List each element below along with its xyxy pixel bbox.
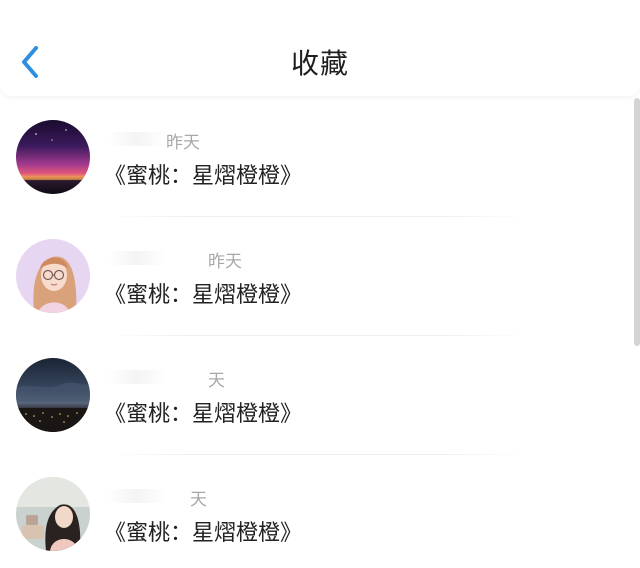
time-label: 昨天	[166, 133, 200, 153]
username-blurred	[108, 251, 166, 265]
item-title: 《蜜桃：星熠橙橙》	[104, 402, 303, 427]
list-item[interactable]: 天 《蜜桃：星熠橙橙》	[0, 336, 632, 455]
woman-photo-avatar[interactable]	[16, 477, 90, 551]
time-label: 昨天	[208, 252, 242, 272]
avatar-image	[16, 358, 90, 432]
list-item[interactable]: 昨天 《蜜桃：星熠橙橙》	[0, 98, 632, 217]
top-navigation-bar: 收藏	[0, 0, 640, 96]
favorites-list: 昨天 《蜜桃：星熠橙橙》 昨天 《蜜桃：星熠橙橙》 天 《蜜桃：星熠橙橙》 天 …	[0, 98, 632, 568]
avatar-image	[16, 239, 90, 313]
list-item[interactable]: 天 《蜜桃：星熠橙橙》	[0, 455, 632, 568]
scrollbar[interactable]	[634, 98, 640, 346]
aurora-sunset-avatar[interactable]	[16, 120, 90, 194]
item-title: 《蜜桃：星熠橙橙》	[104, 521, 303, 546]
item-title: 《蜜桃：星熠橙橙》	[104, 283, 303, 308]
item-title: 《蜜桃：星熠橙橙》	[104, 164, 303, 189]
username-blurred	[108, 132, 166, 146]
username-blurred	[108, 489, 166, 503]
illustrated-girl-glasses-avatar[interactable]	[16, 239, 90, 313]
night-city-sky-avatar[interactable]	[16, 358, 90, 432]
time-label: 天	[208, 371, 225, 391]
page-title: 收藏	[290, 47, 349, 80]
favorites-screen: 收藏 昨天 《蜜桃：星熠橙橙》 昨天 《蜜桃：星熠橙橙》 天 《蜜桃：星熠橙橙》…	[0, 0, 640, 568]
list-item[interactable]: 昨天 《蜜桃：星熠橙橙》	[0, 217, 632, 336]
username-blurred	[108, 370, 166, 384]
time-label: 天	[190, 490, 207, 510]
avatar-image	[16, 120, 90, 194]
avatar-image	[16, 477, 90, 551]
